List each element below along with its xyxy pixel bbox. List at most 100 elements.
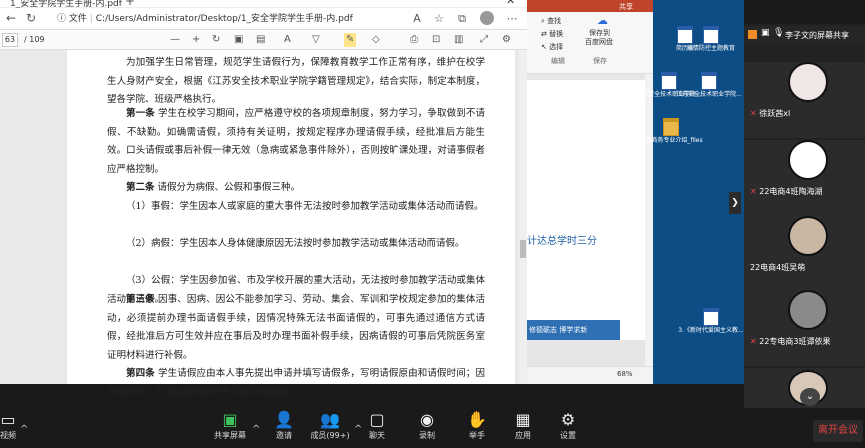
refresh-icon[interactable]: ↻: [24, 11, 38, 25]
paragraph: 第四条 学生请假应由本人事先提出申请并填写请假条，写明请假原由和请假时间；因病请…: [107, 368, 485, 398]
share-screen-button[interactable]: ▣ 共享屏幕: [208, 408, 252, 448]
pdf-scroll-thumb[interactable]: [520, 240, 526, 258]
desktop-file[interactable]: 江苏安全技术职业学院...: [673, 72, 745, 99]
replace-icon: ⇄: [541, 30, 547, 38]
slide-heading: 计达总学时三分: [527, 236, 597, 247]
chat-icon: ▢: [369, 410, 385, 429]
favorite-icon[interactable]: ☆: [432, 12, 446, 26]
paragraph: 第三条 因事、因病、因公不能参加学习、劳动、集会、军训和学校规定参加的集体活动，…: [107, 294, 485, 361]
cloud-save-icon: ☁: [597, 14, 608, 27]
participant-tile[interactable]: ✕ 22专电商3班谭依果: [744, 290, 865, 366]
apps-icon: ▦: [515, 410, 531, 429]
video-options-icon[interactable]: ^: [20, 424, 28, 435]
record-icon: ◉: [420, 410, 434, 429]
scroll-down-button[interactable]: ⌄: [800, 388, 820, 406]
participant-name: 22电商4班吴萌: [750, 263, 806, 272]
read-aloud-icon[interactable]: A: [410, 12, 424, 26]
invite-icon: 👤: [274, 410, 294, 429]
word-doc-icon: [701, 72, 717, 90]
profile-avatar[interactable]: [480, 11, 494, 25]
info-icon: ⓘ: [57, 14, 67, 24]
slide-band-text: 修德砺志 博学求新: [529, 326, 588, 334]
fit-page-icon[interactable]: ▣: [234, 33, 243, 47]
apps-button[interactable]: ▦ 应用: [501, 408, 545, 448]
new-tab-button[interactable]: +: [125, 0, 135, 8]
hand-icon: ✋: [467, 410, 487, 429]
folder-icon: [663, 118, 679, 136]
pdf-scrollbar[interactable]: [519, 50, 527, 384]
close-window-button[interactable]: ✕: [506, 0, 515, 7]
edit-group-label: 编辑: [551, 57, 565, 65]
more-icon[interactable]: ⋯: [505, 12, 519, 26]
avatar: [788, 140, 828, 180]
paragraph: （2）病假：学生因本人身体健康原因无法按时参加教学活动或集体活动而请假。: [126, 238, 465, 249]
collections-icon[interactable]: ⧉: [455, 12, 469, 26]
settings-button[interactable]: ⚙ 设置: [546, 408, 590, 448]
avatar: [788, 216, 828, 256]
zoom-out-icon[interactable]: —: [170, 33, 180, 47]
record-button[interactable]: ◉ 录制: [405, 408, 449, 448]
mic-muted-icon: ✕: [750, 337, 757, 346]
settings-icon[interactable]: ⚙: [502, 33, 511, 47]
fit-width-icon[interactable]: ⊡: [432, 33, 440, 47]
avatar: [788, 62, 828, 102]
meeting-toolbar: ▭ 视频 ^ ▣ 共享屏幕 ^ 👤 邀请 👥 成员(99+) ^ ▢ 聊天 ◉ 录制 ✋ 举手…: [0, 408, 865, 448]
word-slide: [527, 80, 645, 340]
share-button[interactable]: 共享: [619, 2, 633, 12]
pdf-page: 为加强学生日常管理，规范学生请假行为，保障教育教学工作正常有序，维护在校学生人身…: [67, 50, 515, 398]
participants-button[interactable]: 👥 成员(99+): [308, 408, 352, 448]
participant-name: ✕ 徐跃茜xl: [750, 109, 791, 118]
share-indicator: ▣ 🎙 李子文的屏幕共享: [744, 26, 865, 44]
find-icon: ⌕: [541, 17, 545, 25]
page-number-input[interactable]: 63: [2, 33, 18, 47]
url-scheme: 文件: [68, 14, 87, 24]
participant-tile[interactable]: ⌄: [744, 368, 865, 408]
participant-name: ✕ 22电商4班陶海湖: [750, 187, 823, 196]
url-field[interactable]: ⓘ 文件 | C:/Users/Administrator/Desktop/1_…: [57, 10, 357, 28]
mic-muted-icon: ✕: [750, 109, 757, 118]
participants-icon: 👥: [320, 410, 340, 429]
minimize-button[interactable]: —: [395, 0, 405, 5]
rotate-icon[interactable]: ↻: [212, 33, 220, 47]
page-total: / 109: [24, 35, 45, 44]
participant-tile[interactable]: ✕ 22电商4班陶海湖: [744, 140, 865, 216]
participant-tile[interactable]: 22电商4班吴萌: [744, 216, 865, 292]
chat-button[interactable]: ▢ 聊天: [355, 408, 399, 448]
desktop-file[interactable]: 3.《新时代爱国主义教...: [675, 308, 747, 335]
select-button[interactable]: ↖ 选择: [541, 42, 563, 52]
highlight-icon[interactable]: ✎: [344, 33, 357, 47]
share-screen-icon: ▣: [222, 410, 238, 429]
collapse-panel-button[interactable]: ❯: [729, 192, 741, 214]
read-aloud-pdf-icon[interactable]: A: [284, 33, 291, 47]
draw-icon[interactable]: ▽: [312, 33, 320, 47]
desktop-folder[interactable]: 电子商务专业介绍_files: [635, 118, 707, 145]
word-status-bar: [527, 366, 653, 384]
zoom-in-icon[interactable]: +: [192, 33, 200, 47]
save-group-label: 保存: [593, 57, 607, 65]
word-doc-icon: [703, 308, 719, 326]
leave-meeting-button[interactable]: 离开会议: [813, 420, 863, 442]
url-text: C:/Users/Administrator/Desktop/1_安全学院学生手…: [95, 14, 353, 24]
paragraph: 第二条 请假分为病假、公假和事假三种。: [126, 182, 301, 193]
gear-icon: ⚙: [560, 410, 576, 429]
participant-tile[interactable]: ✕ 徐跃茜xl: [744, 62, 865, 138]
page-view-icon[interactable]: ▤: [256, 33, 265, 47]
address-bar-row: ← ↻ ⓘ 文件 | C:/Users/Administrator/Deskto…: [0, 8, 527, 30]
invite-button[interactable]: 👤 邀请: [262, 408, 306, 448]
save-icon[interactable]: ▥: [454, 33, 463, 47]
desktop-file[interactable]: 疫情防控主题教育: [675, 26, 747, 53]
raise-hand-button[interactable]: ✋ 举手: [455, 408, 499, 448]
paragraph: 为加强学生日常管理，规范学生请假行为，保障教育教学工作正常有序，维护在校学生人身…: [107, 57, 485, 105]
replace-button[interactable]: ⇄ 替换: [541, 29, 563, 39]
share-options-icon[interactable]: ^: [252, 424, 260, 435]
word-doc-icon: [703, 26, 719, 44]
baidu-label[interactable]: 百度网盘: [585, 37, 613, 47]
erase-icon[interactable]: ◇: [372, 33, 380, 47]
print-icon[interactable]: ⎙: [410, 33, 418, 47]
back-icon[interactable]: ←: [4, 11, 18, 25]
fullscreen-icon[interactable]: ⤢: [480, 33, 488, 47]
paragraph: 第一条 学生在校学习期间，应严格遵守校的各项规章制度，努力学习，争取做到不请假、…: [107, 108, 485, 175]
screen-share-icon: [748, 30, 757, 39]
word-zoom-level[interactable]: 68%: [617, 370, 633, 378]
find-button[interactable]: ⌕ 查找: [541, 16, 561, 26]
